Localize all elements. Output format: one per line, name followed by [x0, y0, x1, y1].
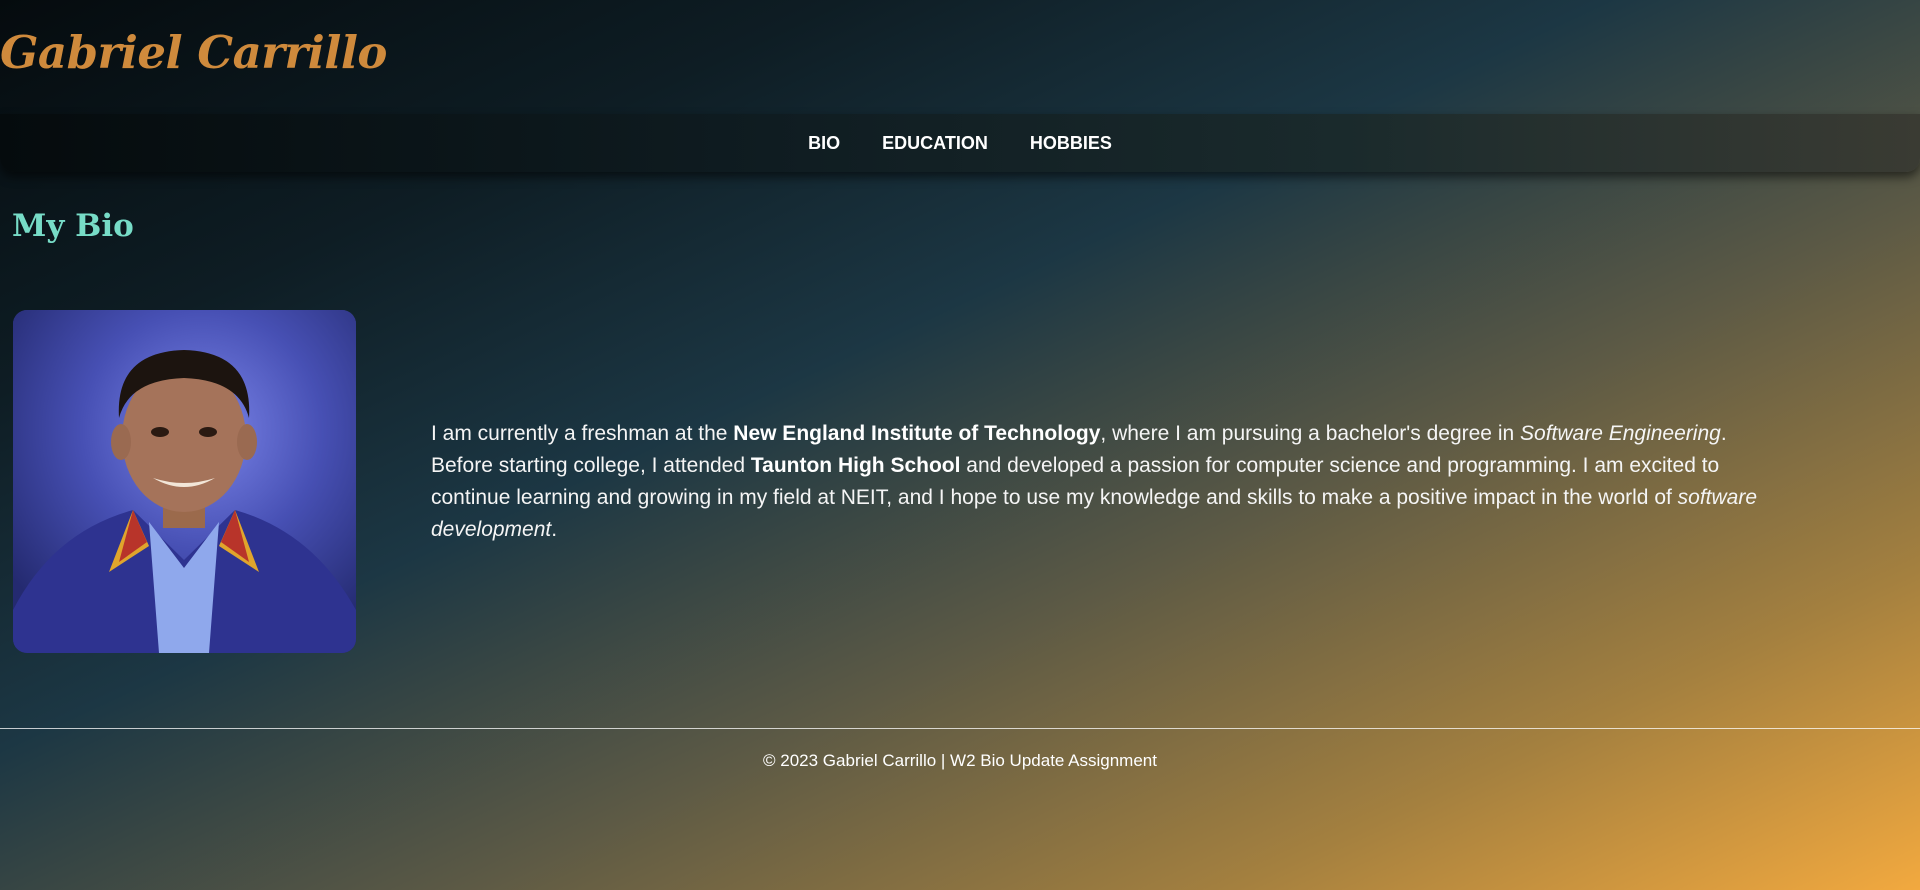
- footer-copyright: © 2023 Gabriel Carrillo | W2 Bio Update …: [763, 751, 1157, 770]
- bio-text-2: , where I am pursuing a bachelor's degre…: [1100, 422, 1521, 445]
- bio-high-school-name: Taunton High School: [750, 454, 961, 477]
- bio-degree-name: Software Engineering: [1520, 422, 1721, 445]
- nav-link-hobbies[interactable]: HOBBIES: [1030, 133, 1112, 154]
- bio-text-5: .: [551, 518, 558, 541]
- bio-text-1: I am currently a freshman at the: [431, 422, 734, 445]
- bio-college-name: New England Institute of Technology: [733, 422, 1101, 445]
- portrait-photo: [13, 310, 356, 653]
- portrait-illustration: [13, 310, 356, 653]
- footer-divider: [0, 728, 1920, 729]
- bio-paragraph: I am currently a freshman at the New Eng…: [431, 418, 1771, 546]
- nav-link-education[interactable]: EDUCATION: [882, 133, 988, 154]
- nav-link-bio[interactable]: BIO: [808, 133, 840, 154]
- site-title: Gabriel Carrillo: [0, 26, 387, 79]
- main-nav: BIO EDUCATION HOBBIES: [0, 114, 1920, 172]
- bio-heading: My Bio: [12, 208, 134, 244]
